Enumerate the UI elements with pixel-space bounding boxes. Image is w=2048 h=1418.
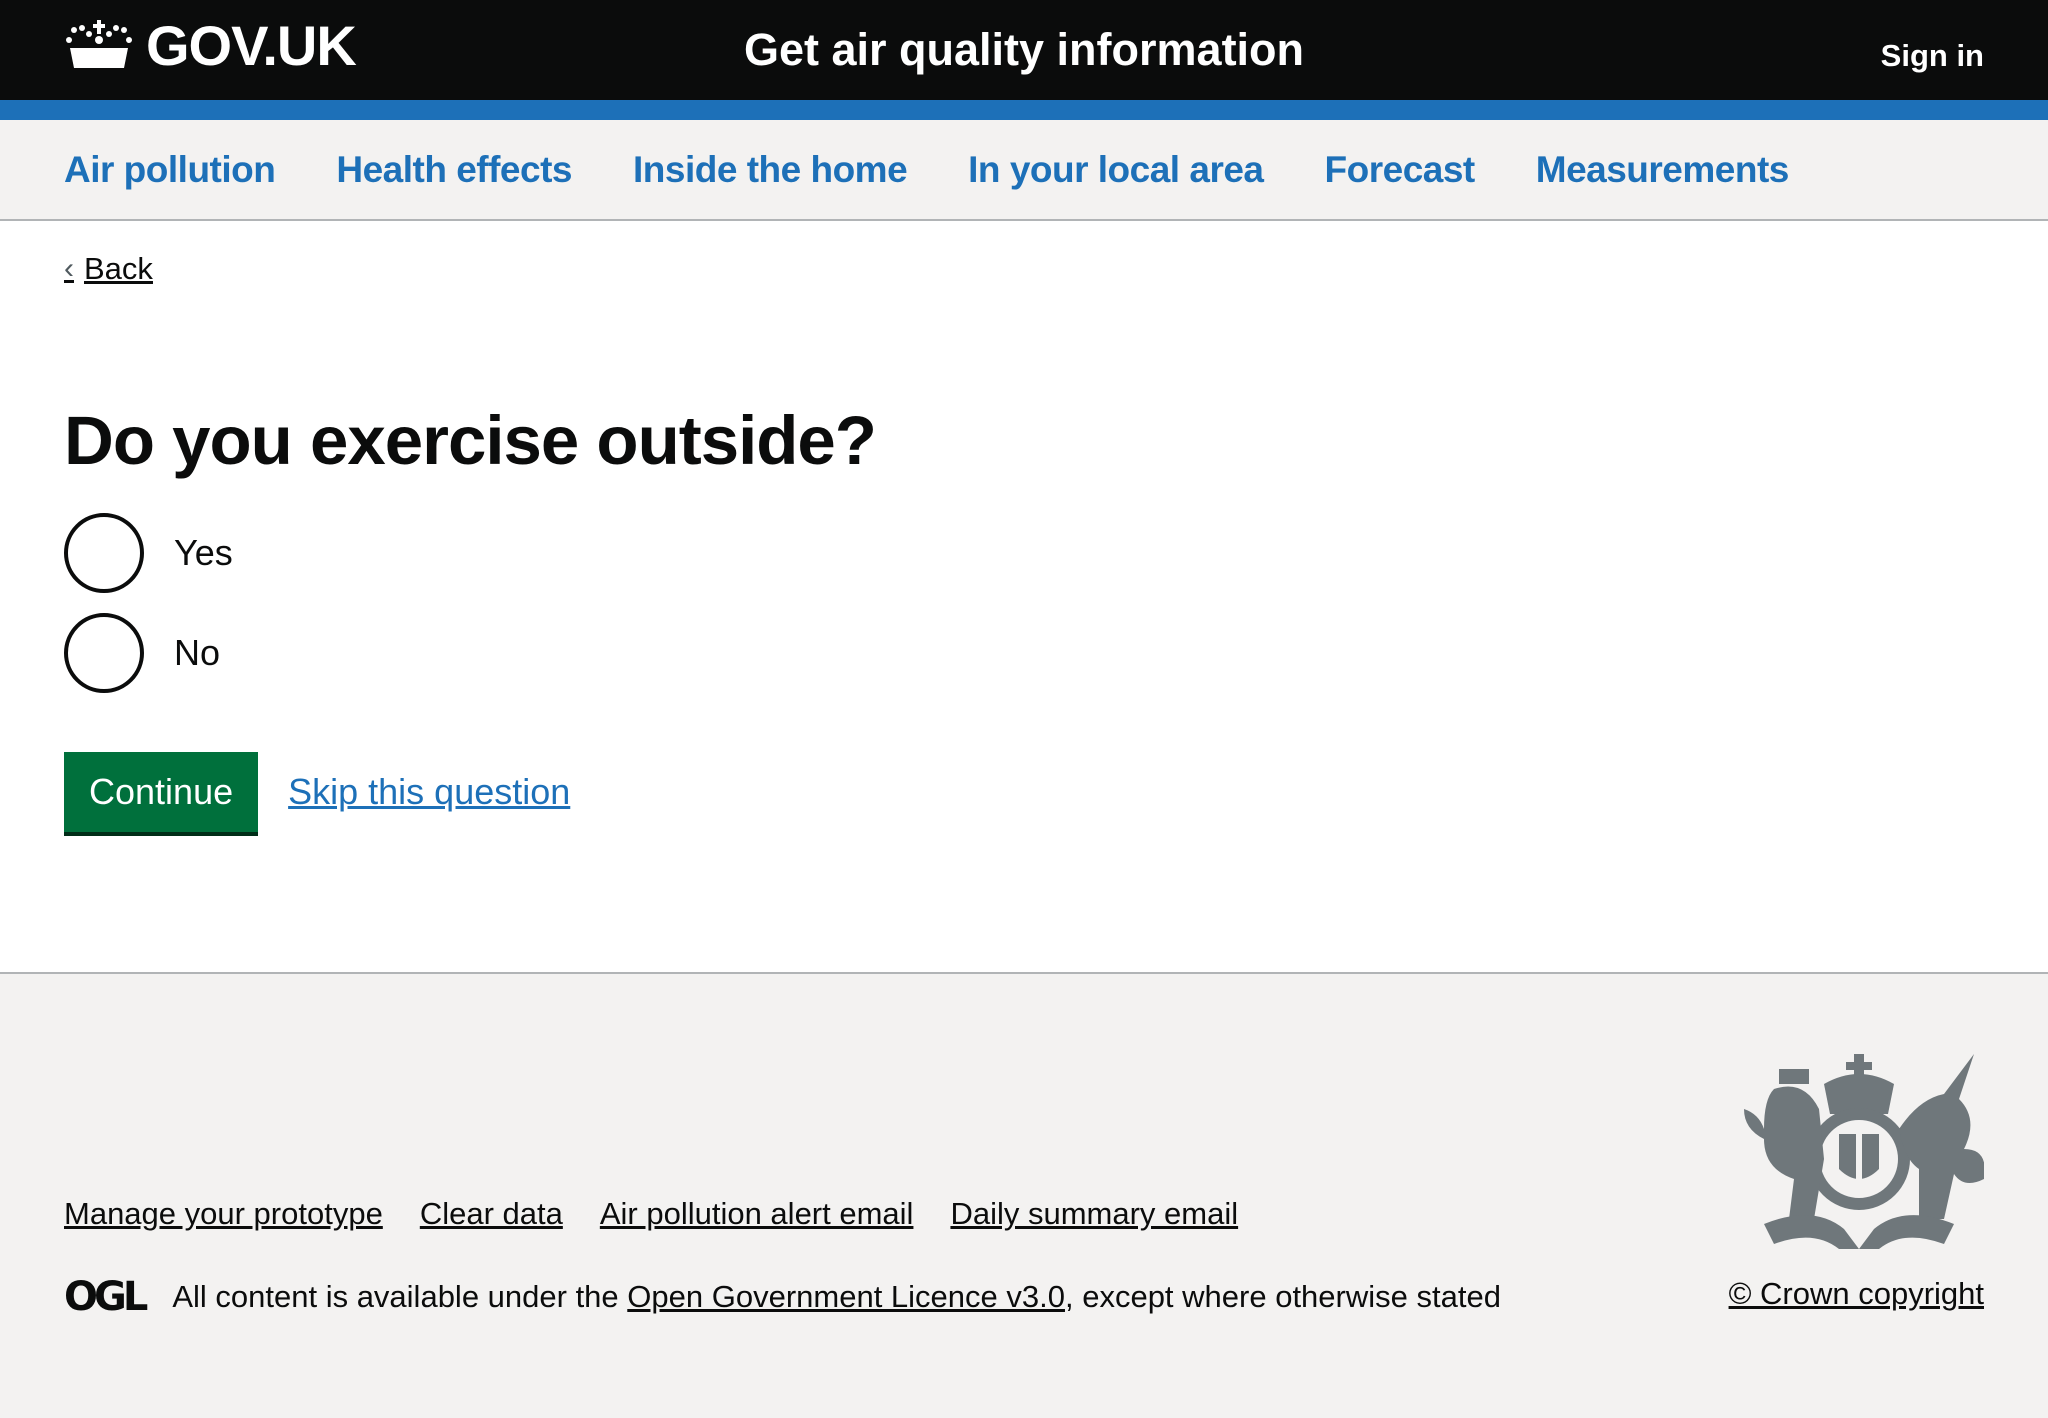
footer-links: Manage your prototype Clear data Air pol… (64, 1196, 1275, 1232)
nav-item-health-effects[interactable]: Health effects (336, 149, 572, 191)
radio-label-yes: Yes (174, 532, 233, 573)
radio-label-no: No (174, 632, 221, 673)
radio-circle[interactable] (64, 513, 144, 593)
site-footer: Manage your prototype Clear data Air pol… (0, 972, 2048, 1418)
chevron-left-icon: ‹ (64, 252, 74, 285)
radio-yes[interactable]: Yes (64, 513, 233, 593)
footer-link-manage-prototype[interactable]: Manage your prototype (64, 1196, 383, 1232)
main-content: ‹ Back Do you exercise outside? Yes No C… (0, 221, 2048, 972)
nav-item-local-area[interactable]: In your local area (968, 149, 1264, 191)
service-navigation: Air pollution Health effects Inside the … (0, 120, 2048, 221)
crown-copyright-link[interactable]: © Crown copyright (1729, 1276, 1984, 1312)
licence-suffix: , except where otherwise stated (1064, 1279, 1501, 1314)
royal-coat-of-arms-icon (1744, 1054, 1984, 1249)
back-label: Back (84, 251, 153, 286)
ogl-logo-icon: OGL (64, 1274, 148, 1320)
nav-item-measurements[interactable]: Measurements (1536, 149, 1790, 191)
site-header: GOV.UK Get air quality information Sign … (0, 0, 2048, 100)
footer-link-alert-email[interactable]: Air pollution alert email (600, 1196, 914, 1232)
nav-item-inside-the-home[interactable]: Inside the home (633, 149, 908, 191)
radio-circle[interactable] (64, 613, 144, 693)
form-actions: Continue Skip this question (64, 752, 570, 832)
nav-item-air-pollution[interactable]: Air pollution (64, 149, 276, 191)
footer-link-daily-summary[interactable]: Daily summary email (950, 1196, 1238, 1232)
service-name[interactable]: Get air quality information (0, 22, 2048, 78)
nav-item-forecast[interactable]: Forecast (1325, 149, 1476, 191)
radio-no[interactable]: No (64, 613, 220, 693)
back-link[interactable]: ‹ Back (64, 251, 153, 287)
licence-link[interactable]: Open Government Licence v3.0 (627, 1279, 1065, 1315)
continue-button[interactable]: Continue (64, 752, 259, 832)
header-stripe (0, 100, 2048, 120)
licence-prefix: All content is available under the (172, 1279, 628, 1314)
sign-in-link[interactable]: Sign in (1881, 38, 1984, 74)
licence-statement: OGL All content is available under the O… (64, 1274, 1501, 1320)
footer-link-clear-data[interactable]: Clear data (420, 1196, 563, 1232)
page-title: Do you exercise outside? (64, 402, 877, 479)
skip-question-link[interactable]: Skip this question (288, 771, 570, 813)
